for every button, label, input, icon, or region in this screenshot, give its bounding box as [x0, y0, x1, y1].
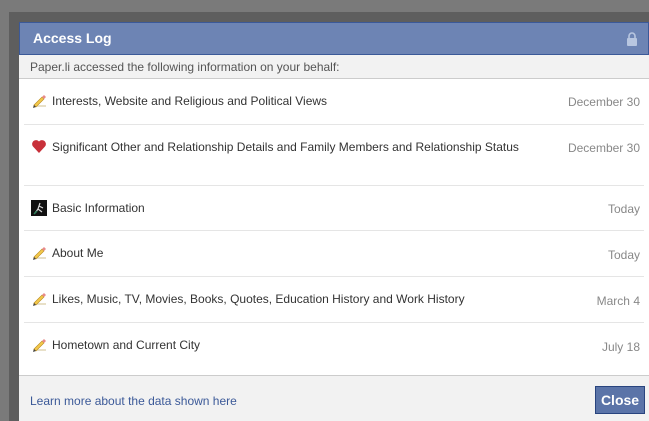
- access-log-dialog: Access Log Paper.li accessed the followi…: [19, 22, 649, 421]
- item-date: December 30: [567, 95, 640, 109]
- item-date: Today: [607, 248, 640, 262]
- list-item: About Me Today: [24, 231, 644, 277]
- item-label: Hometown and Current City: [52, 338, 201, 352]
- item-date: December 30: [567, 141, 640, 155]
- item-date: Today: [607, 202, 640, 216]
- list-item: Likes, Music, TV, Movies, Books, Quotes,…: [24, 277, 644, 323]
- item-label: Interests, Website and Religious and Pol…: [52, 94, 328, 108]
- access-log-list: Interests, Website and Religious and Pol…: [24, 79, 644, 369]
- learn-more-link[interactable]: Learn more about the data shown here: [30, 394, 237, 408]
- heart-icon: [32, 140, 46, 153]
- item-label: Significant Other and Relationship Detai…: [52, 140, 519, 154]
- dialog-subheader: Paper.li accessed the following informat…: [19, 55, 649, 79]
- close-button[interactable]: Close: [595, 386, 645, 414]
- dialog-footer: Learn more about the data shown here Clo…: [19, 375, 649, 421]
- item-label: About Me: [52, 246, 104, 260]
- pencil-icon: [33, 293, 46, 306]
- dialog-titlebar: Access Log: [19, 22, 649, 55]
- pencil-icon: [33, 95, 46, 108]
- dialog-title: Access Log: [33, 30, 112, 46]
- profile-photo-icon: [31, 200, 47, 216]
- pencil-icon: [33, 247, 46, 260]
- item-label: Likes, Music, TV, Movies, Books, Quotes,…: [52, 292, 465, 306]
- lock-icon: [627, 32, 637, 46]
- item-date: July 18: [601, 340, 640, 354]
- list-item: Significant Other and Relationship Detai…: [24, 125, 644, 186]
- pencil-icon: [33, 339, 46, 352]
- list-item: Interests, Website and Religious and Pol…: [24, 79, 644, 125]
- list-item: Hometown and Current City July 18: [24, 323, 644, 369]
- item-date: March 4: [596, 294, 640, 308]
- list-item: Basic Information Today: [24, 186, 644, 231]
- item-label: Basic Information: [52, 201, 145, 215]
